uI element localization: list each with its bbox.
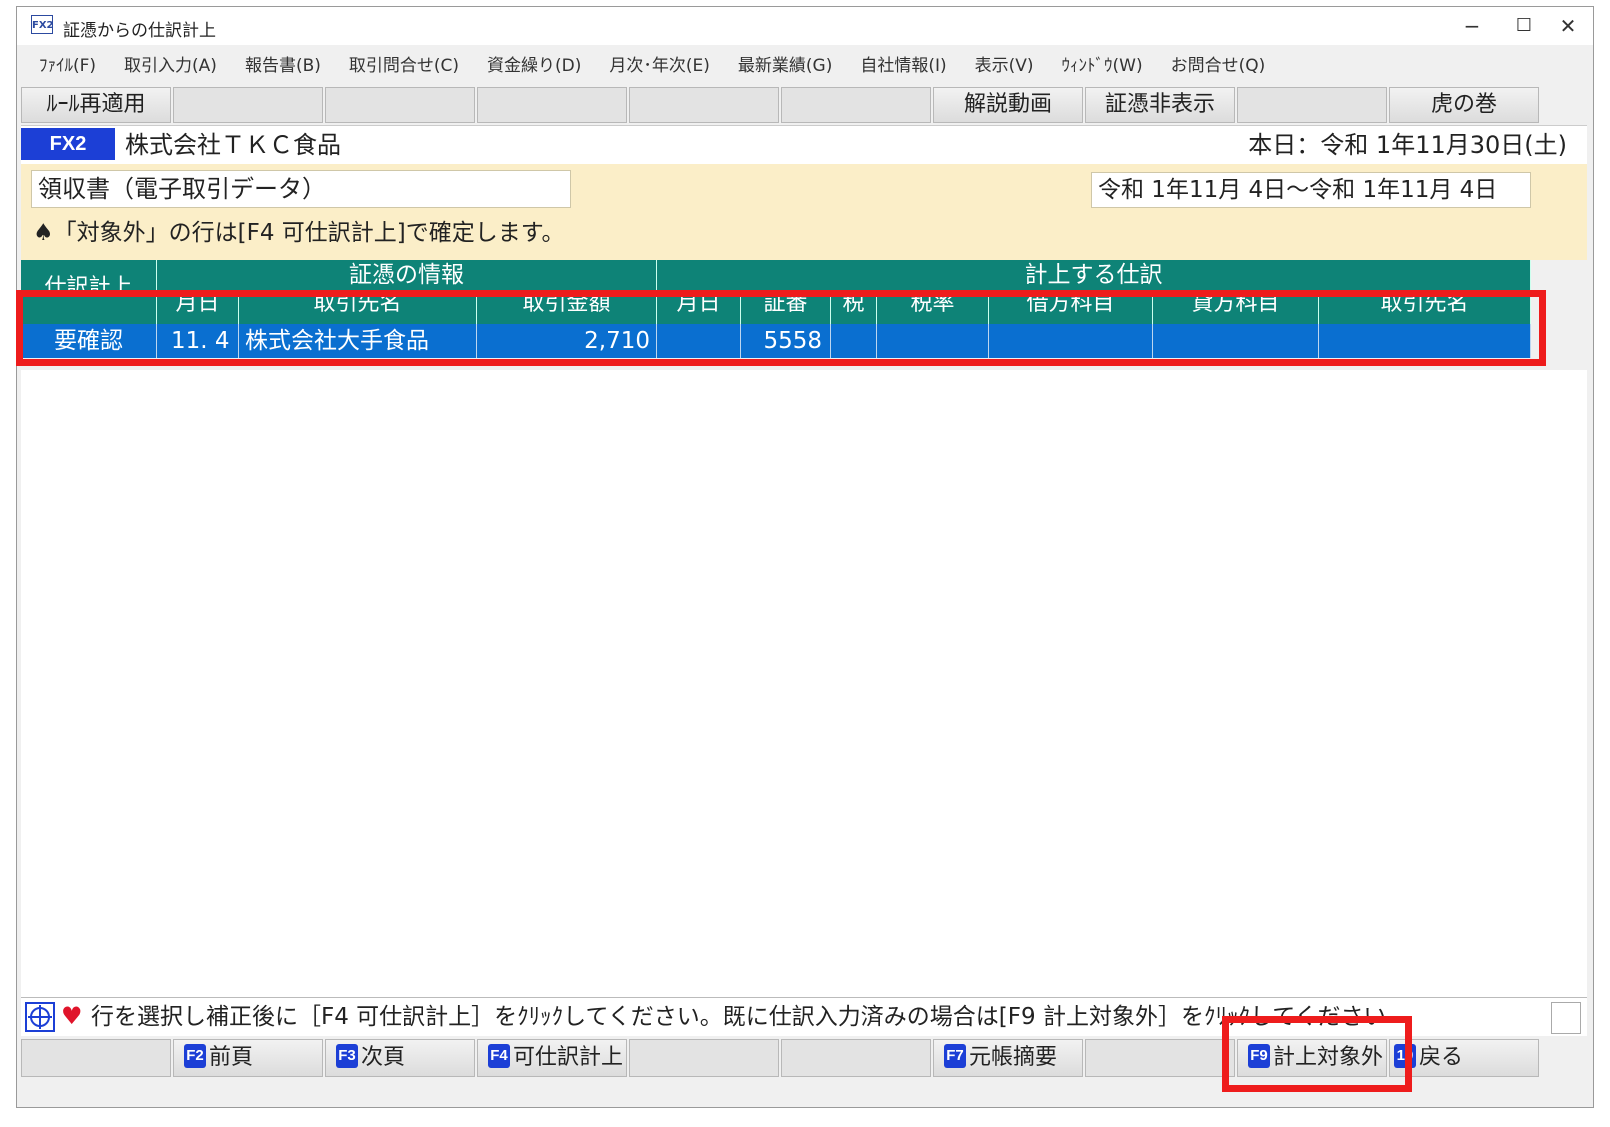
f4-label: 可仕訳計上 bbox=[513, 1045, 624, 1070]
f3-label: 次頁 bbox=[361, 1045, 406, 1070]
f7-key-icon: F7 bbox=[944, 1044, 966, 1068]
f2-key-icon: F2 bbox=[184, 1044, 206, 1068]
maximize-button[interactable]: ☐ bbox=[1501, 11, 1547, 41]
filter-panel: 領収書（電子取引データ） 令和 1年11月 4日～令和 1年11月 4日 ♠「対… bbox=[21, 164, 1587, 260]
today-date: 本日：令和 1年11月30日(土) bbox=[1248, 131, 1567, 159]
menu-latest-results[interactable]: 最新業績(G) bbox=[724, 51, 846, 81]
app-icon: FX2 bbox=[31, 15, 54, 34]
row-highlight-box bbox=[16, 290, 1546, 366]
rule-reapply-button[interactable]: ﾙｰﾙ再適用 bbox=[21, 87, 171, 123]
f4-post-journal-button[interactable]: F4 可仕訳計上 bbox=[477, 1039, 627, 1077]
toolbar-empty-slot bbox=[781, 87, 931, 123]
f7-label: 元帳摘要 bbox=[969, 1045, 1058, 1070]
f7-ledger-summary-button[interactable]: F7 元帳摘要 bbox=[933, 1039, 1083, 1077]
toolbar-empty-slot bbox=[629, 87, 779, 123]
manual-button[interactable]: 虎の巻 bbox=[1389, 87, 1539, 123]
fkey-empty-slot bbox=[21, 1039, 171, 1077]
fkey-empty-slot bbox=[1085, 1039, 1235, 1077]
menu-transaction-input[interactable]: 取引入力(A) bbox=[110, 51, 231, 81]
menu-transaction-inquiry[interactable]: 取引問合せ(C) bbox=[335, 51, 473, 81]
toolbar-empty-slot bbox=[1237, 87, 1387, 123]
minimize-button[interactable]: − bbox=[1449, 11, 1495, 41]
window-title: 証憑からの仕訳計上 bbox=[63, 21, 216, 41]
menu-view[interactable]: 表示(V) bbox=[961, 51, 1048, 81]
company-bar: FX2 株式会社ＴＫＣ食品 本日：令和 1年11月30日(土) bbox=[21, 125, 1587, 165]
f9-highlight-box bbox=[1222, 1016, 1412, 1092]
fkey-empty-slot bbox=[781, 1039, 931, 1077]
menu-cash-flow[interactable]: 資金繰り(D) bbox=[473, 51, 595, 81]
toolbar-empty-slot bbox=[173, 87, 323, 123]
title-bar: FX2 証憑からの仕訳計上 − ☐ ✕ bbox=[17, 7, 1593, 45]
fkey-empty-slot bbox=[629, 1039, 779, 1077]
menu-inquiry[interactable]: お問合せ(Q) bbox=[1157, 51, 1280, 81]
document-type-field[interactable]: 領収書（電子取引データ） bbox=[31, 170, 571, 208]
header-voucher-info: 証憑の情報 bbox=[157, 260, 657, 290]
app-window: FX2 証憑からの仕訳計上 − ☐ ✕ ﾌｧｲﾙ(F) 取引入力(A) 報告書(… bbox=[16, 6, 1594, 1108]
close-button[interactable]: ✕ bbox=[1545, 11, 1591, 41]
menu-file[interactable]: ﾌｧｲﾙ(F) bbox=[17, 51, 110, 81]
hide-voucher-button[interactable]: 証憑非表示 bbox=[1085, 87, 1235, 123]
f10-label: 戻る bbox=[1419, 1045, 1464, 1070]
heart-icon: ♥ bbox=[61, 1002, 83, 1030]
crosshair-icon[interactable] bbox=[25, 1002, 55, 1032]
menu-bar: ﾌｧｲﾙ(F) 取引入力(A) 報告書(B) 取引問合せ(C) 資金繰り(D) … bbox=[17, 51, 1593, 81]
f3-next-page-button[interactable]: F3 次頁 bbox=[325, 1039, 475, 1077]
toolbar-empty-slot bbox=[325, 87, 475, 123]
message-scroll-box[interactable] bbox=[1551, 1002, 1581, 1034]
f3-key-icon: F3 bbox=[336, 1044, 358, 1068]
empty-list-area bbox=[21, 370, 1587, 997]
menu-window[interactable]: ｳｨﾝﾄﾞｳ(W) bbox=[1048, 51, 1157, 81]
explanation-video-button[interactable]: 解説動画 bbox=[933, 87, 1083, 123]
menu-reports[interactable]: 報告書(B) bbox=[231, 51, 335, 81]
fx2-badge: FX2 bbox=[21, 128, 115, 160]
date-range-field[interactable]: 令和 1年11月 4日～令和 1年11月 4日 bbox=[1091, 172, 1531, 208]
f2-prev-page-button[interactable]: F2 前頁 bbox=[173, 1039, 323, 1077]
toolbar: ﾙｰﾙ再適用 解説動画 証憑非表示 虎の巻 bbox=[21, 87, 1587, 123]
company-name: 株式会社ＴＫＣ食品 bbox=[125, 131, 341, 159]
menu-company-info[interactable]: 自社情報(I) bbox=[846, 51, 960, 81]
toolbar-empty-slot bbox=[477, 87, 627, 123]
f4-key-icon: F4 bbox=[488, 1044, 510, 1068]
menu-monthly-yearly[interactable]: 月次･年次(E) bbox=[595, 51, 724, 81]
instruction-text: ♠「対象外」の行は[F4 可仕訳計上]で確定します。 bbox=[33, 220, 565, 246]
f2-label: 前頁 bbox=[209, 1045, 254, 1070]
header-journal: 計上する仕訳 bbox=[657, 260, 1531, 290]
